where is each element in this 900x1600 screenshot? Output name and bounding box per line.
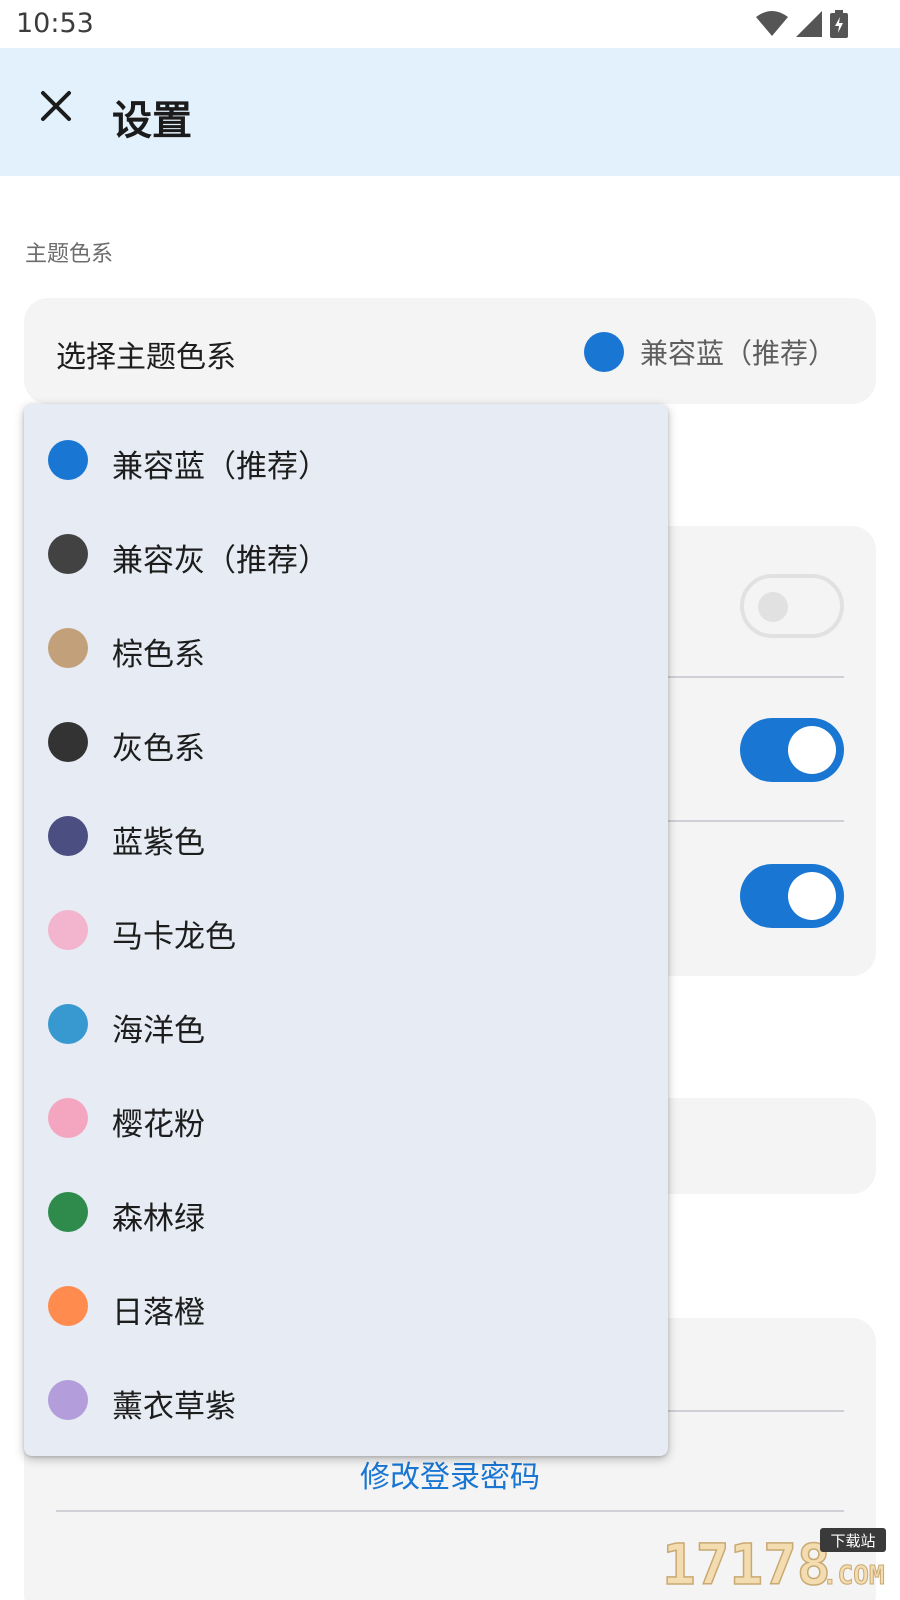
switch-knob [758,592,788,622]
color-swatch [48,440,88,480]
page-title: 设置 [112,98,192,144]
theme-dropdown-menu[interactable]: 兼容蓝（推荐） 兼容灰（推荐） 棕色系灰色系蓝紫色马卡龙色海洋色樱花粉森林绿日落橙薰… [24,404,668,1456]
theme-option-label: 灰色系 [112,731,205,767]
theme-option[interactable]: 兼容灰（推荐） [24,506,668,602]
theme-option-label: 日落橙 [112,1295,205,1331]
status-bar: 10:53 [0,0,900,48]
theme-select-value: 兼容蓝（推荐） [583,332,836,372]
wifi-icon [756,11,788,37]
section-label-theme: 主题色系 [25,242,114,267]
theme-option[interactable]: 棕色系 [24,600,668,696]
theme-select-label: 选择主题色系 [56,340,236,375]
theme-option-label: 樱花粉 [112,1107,205,1143]
color-swatch [48,816,88,856]
selected-color-swatch [583,332,624,372]
status-time: 10:53 [16,8,94,39]
theme-option-label: 蓝紫色 [112,825,205,861]
divider [56,1510,844,1512]
close-button[interactable] [30,82,82,134]
theme-option-label: 薰衣草紫 [112,1389,236,1425]
color-swatch [48,1286,88,1326]
theme-option[interactable]: 樱花粉 [24,1070,668,1166]
color-swatch [48,534,88,574]
theme-option[interactable]: 薰衣草紫 [24,1352,668,1448]
theme-option-label: 兼容灰（推荐） [112,543,329,579]
theme-option[interactable]: 灰色系 [24,694,668,790]
close-icon [39,89,73,127]
switch-knob [788,872,836,920]
color-swatch [48,722,88,762]
theme-option[interactable]: 蓝紫色 [24,788,668,884]
theme-option-label: 棕色系 [112,637,205,673]
settings-page: 10:53 设置 主题色系 选择主题色系 兼容蓝（推荐） 修改登录密码 兼容蓝（… [0,0,900,1600]
color-swatch [48,628,88,668]
color-swatch [48,910,88,950]
theme-option[interactable]: 马卡龙色 [24,882,668,978]
color-swatch [48,1192,88,1232]
toggle-switch-3[interactable] [740,864,844,928]
svg-text:下载站: 下载站 [830,1532,875,1550]
battery-charging-icon [830,10,848,38]
cell-signal-icon [796,11,822,37]
color-swatch [48,1098,88,1138]
color-swatch [48,1004,88,1044]
status-icons [756,10,848,38]
color-swatch [48,1380,88,1420]
toggle-switch-1[interactable] [740,574,844,638]
theme-select-row[interactable]: 选择主题色系 兼容蓝（推荐） [24,298,876,404]
switch-knob [788,726,836,774]
app-bar: 设置 [0,48,900,176]
theme-option[interactable]: 森林绿 [24,1164,668,1260]
theme-option[interactable]: 海洋色 [24,976,668,1072]
theme-option-label: 马卡龙色 [112,919,236,955]
theme-option[interactable]: 兼容蓝（推荐） [24,412,668,508]
theme-option-label: 海洋色 [112,1013,205,1049]
svg-text:.COM: .COM [822,1561,885,1591]
watermark-logo: 17178 下载站 .COM [660,1526,890,1599]
theme-option-label: 兼容蓝（推荐） [112,449,329,485]
theme-option[interactable]: 日落橙 [24,1258,668,1354]
selected-theme-label: 兼容蓝（推荐） [639,337,836,370]
toggle-switch-2[interactable] [740,718,844,782]
theme-option-label: 森林绿 [112,1201,205,1237]
svg-text:17178: 17178 [662,1533,831,1592]
change-password-button[interactable]: 修改登录密码 [24,1452,876,1496]
